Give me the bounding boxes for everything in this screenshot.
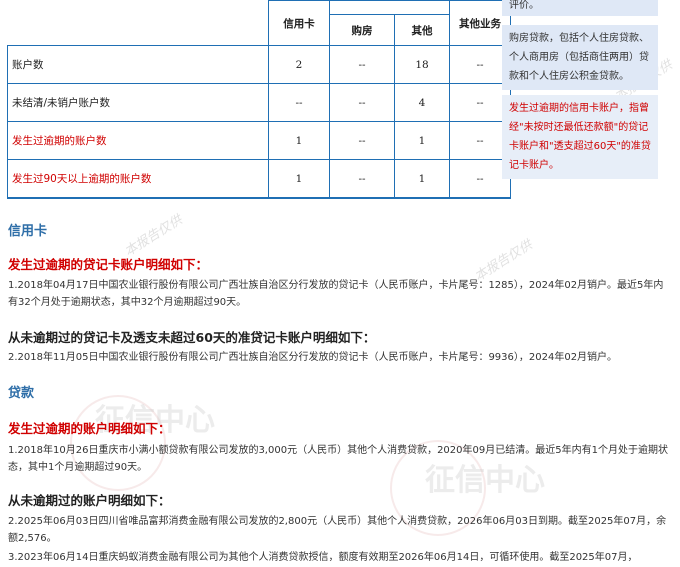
note-overdue-definition: 发生过逾期的信用卡账户，指曾经"未按时还最低还款额"的贷记卡账户和"透支超过60… [502,95,658,179]
header-empty [7,0,269,46]
header-loan-group [329,0,450,15]
table-row: 发生过逾期的账户数 1 -- 1 -- [7,121,511,160]
credit-card-overdue-heading: 发生过逾期的贷记卡账户明细如下： [8,257,209,272]
loan-normal-detail-2: 3.2023年06月14日重庆蚂蚁消费金融有限公司为其他个人消费贷款授信，额度有… [8,552,638,563]
loan-normal-detail-1: 2.2025年06月03日四川省唯品富邦消费金融有限公司发放的2,800元（人民… [8,516,667,544]
note-mortgage-definition: 购房贷款，包括个人住房贷款、个人商用房（包括商住两用）贷款和个人住房公积金贷款。 [502,25,658,90]
cell-other: 18 [394,45,450,84]
credit-card-overdue-detail: 1.2018年04月17日中国农业银行股份有限公司广西壮族自治区分行发放的贷记卡… [8,280,664,308]
table-row: 账户数 2 -- 18 -- [7,45,511,84]
table-row: 未结清/未销户账户数 -- -- 4 -- [7,83,511,122]
row-label: 发生过90天以上逾期的账户数 [7,159,269,199]
watermark-text: 本报告仅供 [122,212,186,260]
cell-other: 1 [394,121,450,160]
header-mortgage: 购房 [329,14,395,46]
row-label: 账户数 [7,45,269,84]
table-header-row: 信用卡 其他业务 [7,0,511,46]
credit-card-normal-heading: 从未逾期过的贷记卡及透支未超过60天的准贷记卡账户明细如下： [8,330,376,345]
row-label: 未结清/未销户账户数 [7,83,269,122]
row-label: 发生过逾期的账户数 [7,121,269,160]
note-evaluation: 评价。 [502,0,658,16]
cell-credit-card: 1 [268,159,330,199]
cell-credit-card: 1 [268,121,330,160]
account-summary-table: 信用卡 其他业务 购房 其他 账户数 2 -- 18 -- 未结清/未销户账户数… [7,0,511,199]
cell-other: 4 [394,83,450,122]
header-credit-card: 信用卡 [268,0,330,46]
table-row: 发生过90天以上逾期的账户数 1 -- 1 -- [7,159,511,199]
loan-overdue-heading: 发生过逾期的账户明细如下： [8,421,171,436]
cell-mortgage: -- [329,121,395,160]
loan-overdue-detail: 1.2018年10月26日重庆市小满小额贷款有限公司发放的3,000元（人民币）… [8,445,668,473]
cell-other: 1 [394,159,450,199]
section-title-loan: 贷款 [8,386,35,401]
cell-mortgage: -- [329,83,395,122]
notes-column: 评价。 购房贷款，包括个人住房贷款、个人商用房（包括商住两用）贷款和个人住房公积… [502,0,658,184]
loan-normal-heading: 从未逾期过的账户明细如下： [8,493,171,508]
credit-card-normal-detail: 2.2018年11月05日中国农业银行股份有限公司广西壮族自治区分行发放的贷记卡… [8,352,618,363]
header-other: 其他 [394,14,450,46]
cell-credit-card: -- [268,83,330,122]
cell-mortgage: -- [329,45,395,84]
section-title-credit-card: 信用卡 [8,224,48,239]
cell-credit-card: 2 [268,45,330,84]
cell-mortgage: -- [329,159,395,199]
